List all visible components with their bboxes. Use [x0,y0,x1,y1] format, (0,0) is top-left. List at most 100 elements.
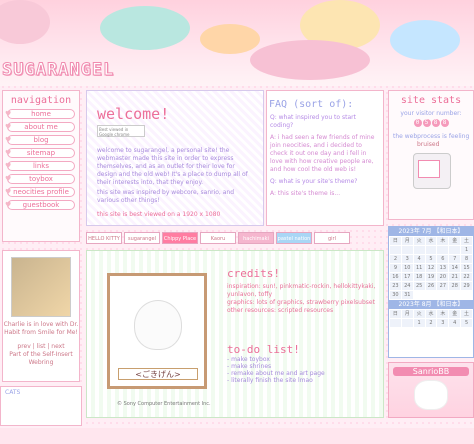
calendar-weekday: 火 [413,310,425,318]
site-button[interactable]: HELLO KITTY [86,232,122,244]
calendar-day[interactable]: 6 [437,255,449,263]
welcome-panel: welcome! Best viewed in Google chrome we… [86,90,264,226]
stats-title: site stats [400,95,462,106]
calendar-day[interactable]: 7 [449,255,461,263]
strip-label: CATS [5,389,21,396]
site-button[interactable]: Chippy Place [162,232,198,244]
calendar-weekday: 金 [449,237,461,245]
site-button[interactable]: Kaoru [200,232,236,244]
faq-answer-2: A: this site's theme is... [270,190,341,197]
calendar-weekday: 水 [425,310,437,318]
calendar-day[interactable]: 2 [425,319,437,327]
calendar-day[interactable]: 11 [413,264,425,272]
navigation-panel: navigation ♥ home ♥ about me ♥ blog ♥ sitema… [2,90,80,242]
site-logo[interactable]: SUGARANGEL [1,60,114,81]
calendar-day[interactable]: 29 [461,282,472,290]
calendar-day [449,246,461,254]
calendar-day[interactable]: 1 [461,246,472,254]
nav-sitemap-link[interactable]: ♥ sitemap [5,148,75,158]
calendar-day[interactable]: 9 [390,264,401,272]
nav-title: navigation [10,95,72,106]
calendar-day[interactable]: 24 [401,282,413,290]
calendar-weekday: 日 [390,237,401,245]
nav-about-me-link[interactable]: ♥ about me [5,122,75,132]
calendar-day [413,246,425,254]
calendar-day[interactable]: 15 [461,264,472,272]
calendar-weekday: 土 [461,237,472,245]
nav-home-link[interactable]: ♥ home [5,109,75,119]
calendar-day[interactable]: 2 [390,255,401,263]
todo-item: - make toybox [227,356,270,363]
todo-title: to-do list! [227,343,300,356]
calendar-day[interactable]: 25 [413,282,425,290]
heart-icon: ♥ [5,201,12,209]
calendar-day[interactable]: 4 [449,319,461,327]
cat-character-image [134,300,182,350]
heart-icon: ♥ [5,136,12,144]
sanrio-banner[interactable]: SanrioBB [388,362,474,418]
calendar-day[interactable]: 18 [413,273,425,281]
calendar-day[interactable]: 19 [425,273,437,281]
macaron-decoration [390,20,460,60]
calendar-day[interactable]: 5 [425,255,437,263]
calendar-grid: 日月火水木金土 1 2 3 4 5 6 7 8 9 10 11 12 13 14 15 16 17 18 19 20 21… [389,236,473,300]
calendar-day[interactable]: 4 [413,255,425,263]
calendar-day[interactable]: 21 [449,273,461,281]
calendar-day[interactable]: 3 [437,319,449,327]
calendar-day[interactable]: 26 [425,282,437,290]
calendar-day[interactable]: 22 [461,273,472,281]
calendar-day[interactable]: 20 [437,273,449,281]
nav-guestbook-link[interactable]: ♥ guestbook [5,200,75,210]
hello-kitty-image [414,380,448,410]
calendar-day[interactable]: 5 [461,319,472,327]
credits-other-links[interactable]: scripted resources [278,307,333,314]
welcome-title: welcome! [97,105,170,123]
calendar-day[interactable]: 16 [390,273,401,281]
calendar-day[interactable]: 8 [461,255,472,263]
heart-icon: ♥ [5,188,12,196]
calendar-day [425,246,437,254]
calendar-weekday: 木 [437,310,449,318]
credits-graphics-links[interactable]: lots of graphics, strawberry pixelsubset [257,299,375,306]
webring-line: Charlie is in love with Dr. Habit from S… [3,321,79,336]
welcome-body: welcome to sugarangel, a personal site! … [97,147,248,186]
webring-part: Part of the Self-Insert Webring [9,351,73,366]
calendar-day[interactable]: 17 [401,273,413,281]
calendar-weekday: 日 [390,310,401,318]
calendar-day[interactable]: 14 [449,264,461,272]
calendar-day[interactable]: 30 [390,291,401,299]
nav-blog-link[interactable]: ♥ blog [5,135,75,145]
calendar-day[interactable]: 27 [437,282,449,290]
nav-neocities-link[interactable]: ♥ neocities profile [5,187,75,197]
calendar-day[interactable]: 10 [401,264,413,272]
heart-icon: ♥ [5,110,12,118]
macaron-decoration [100,6,190,50]
nav-links-link[interactable]: ♥ links [5,161,75,171]
calendar-day[interactable]: 12 [425,264,437,272]
copyright-text: © Sony Computer Entertainment Inc. [117,401,211,407]
todo-item: - remake about me and art page [227,370,325,377]
credits-list: inspiration: sun!, pinkmatic-rockin, hel… [227,283,376,314]
calendar-day[interactable]: 3 [401,255,413,263]
calendar-day [401,246,413,254]
site-button[interactable]: hachimaki [238,232,274,244]
welcome-footnote: this site is best viewed on a 1920 x 108… [97,211,221,218]
calendar-day[interactable]: 13 [437,264,449,272]
calendar-panel: 2023年 7月 【和日本】 日月火水木金土 1 2 3 4 5 6 7 8 9 10 11 12 13 1… [388,226,474,358]
calendar-day[interactable]: 23 [390,282,401,290]
calendar-day[interactable]: 31 [401,291,413,299]
calendar-day[interactable]: 28 [449,282,461,290]
calendar-day[interactable]: 1 [413,319,425,327]
webring-panel: Charlie is in love with Dr. Habit from S… [2,250,80,382]
calendar-weekday: 月 [401,310,413,318]
site-button[interactable]: sugarangel [124,232,160,244]
site-button[interactable]: girl [314,232,350,244]
calendar-weekday: 月 [401,237,413,245]
header-banner: SUGARANGEL [0,0,474,86]
heart-icon: ♥ [5,162,12,170]
nav-toybox-link[interactable]: ♥ toybox [5,174,75,184]
calendar-day [437,246,449,254]
site-button[interactable]: pastel nation [276,232,312,244]
calendar-day [390,246,401,254]
webring-nav[interactable]: prev | list | next [3,343,79,351]
